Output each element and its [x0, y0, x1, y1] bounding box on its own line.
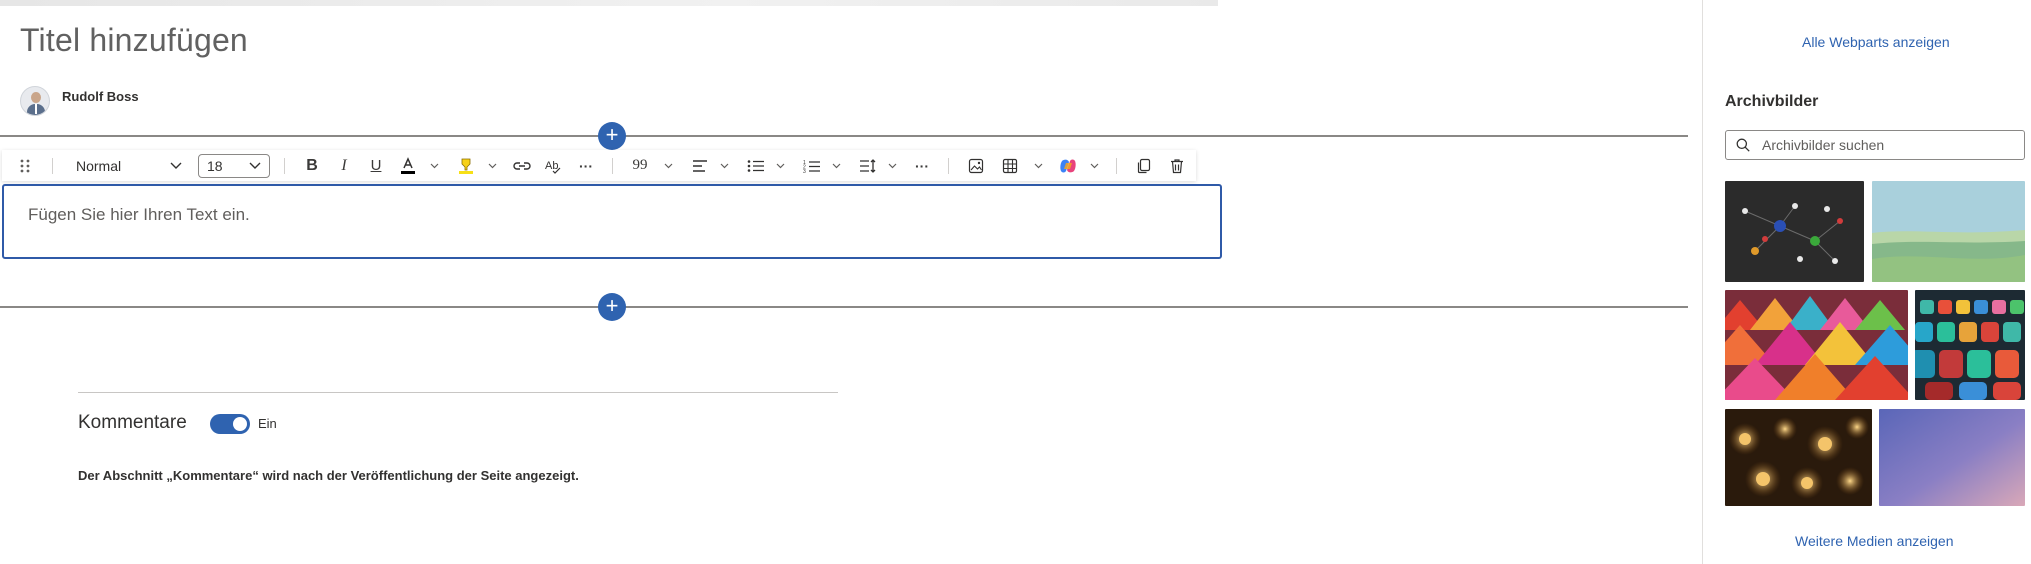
add-section-button-bottom[interactable]: +: [598, 293, 626, 321]
chevron-down-icon: [1090, 163, 1098, 168]
page-root: Titel hinzufügen Rudolf Boss + Normal 18…: [0, 0, 2031, 564]
spell-check-icon[interactable]: Ab: [542, 150, 566, 181]
font-size-dropdown[interactable]: 18: [198, 154, 270, 178]
delete-icon[interactable]: [1165, 150, 1189, 181]
text-editor[interactable]: Fügen Sie hier Ihren Text ein.: [2, 184, 1222, 259]
chevron-down-icon: [776, 163, 784, 168]
chevron-down-icon: [832, 163, 840, 168]
drag-handle-icon[interactable]: [14, 150, 36, 181]
more-media-link[interactable]: Weitere Medien anzeigen: [1795, 533, 1954, 549]
stock-image-gradient-sky[interactable]: [1879, 409, 2025, 506]
align-dropdown[interactable]: [718, 150, 730, 181]
numbered-list-icon[interactable]: 123: [800, 150, 824, 181]
stock-image-color-powder[interactable]: [1725, 290, 1908, 400]
link-icon[interactable]: [510, 150, 534, 181]
section-divider-top: [0, 135, 1688, 137]
add-section-button-top[interactable]: +: [598, 122, 626, 150]
stock-image-landscape-painting[interactable]: [1872, 181, 2025, 282]
plus-icon: +: [605, 293, 619, 318]
toolbar-separator: [948, 158, 949, 174]
comments-toggle[interactable]: [210, 414, 250, 434]
section-divider-bottom: [0, 306, 1688, 308]
toolbox-pane: Alle Webparts anzeigen Archivbilder Arch…: [1702, 0, 2031, 564]
bold-icon[interactable]: B: [300, 150, 324, 181]
chevron-down-icon: [1034, 163, 1042, 168]
stock-images-heading: Archivbilder: [1725, 93, 1819, 110]
svg-text:3: 3: [803, 169, 806, 173]
paragraph-style-dropdown[interactable]: Normal: [70, 155, 188, 177]
all-webparts-link[interactable]: Alle Webparts anzeigen: [1802, 34, 1950, 50]
comments-toggle-label: Ein: [258, 416, 277, 431]
highlight-dropdown[interactable]: [486, 150, 498, 181]
chevron-down-icon: [488, 163, 496, 168]
plus-icon: +: [605, 122, 619, 147]
quote-icon[interactable]: 99: [628, 150, 652, 181]
underline-icon[interactable]: U: [364, 150, 388, 181]
search-icon: [1736, 138, 1754, 152]
author-avatar: [20, 86, 50, 116]
chevron-down-icon: [249, 162, 261, 169]
paragraph-style-value: Normal: [76, 158, 122, 174]
page-title[interactable]: Titel hinzufügen: [20, 22, 248, 59]
font-color-dropdown[interactable]: [428, 150, 440, 181]
chevron-down-icon: [720, 163, 728, 168]
title-banner-strip: [0, 0, 1218, 6]
line-spacing-dropdown[interactable]: [886, 150, 898, 181]
copilot-icon[interactable]: [1056, 150, 1080, 181]
comments-title: Kommentare: [78, 412, 187, 433]
numbered-list-dropdown[interactable]: [830, 150, 842, 181]
toolbar-separator: [612, 158, 613, 174]
table-icon[interactable]: [998, 150, 1022, 181]
quote-dropdown[interactable]: [662, 150, 674, 181]
search-placeholder: Archivbilder suchen: [1762, 137, 1885, 153]
main-canvas: Titel hinzufügen Rudolf Boss + Normal 18…: [0, 0, 1702, 564]
author-byline: Rudolf Boss: [20, 86, 139, 116]
svg-text:Ab: Ab: [545, 160, 558, 172]
bullet-list-dropdown[interactable]: [774, 150, 786, 181]
copilot-dropdown[interactable]: [1088, 150, 1100, 181]
font-size-value: 18: [207, 158, 223, 174]
more-paragraph-options-icon[interactable]: ···: [910, 150, 934, 181]
more-options-icon[interactable]: ···: [574, 150, 598, 181]
align-icon[interactable]: [688, 150, 712, 181]
comments-note: Der Abschnitt „Kommentare“ wird nach der…: [78, 468, 579, 483]
author-name: Rudolf Boss: [62, 88, 139, 104]
chevron-down-icon: [888, 163, 896, 168]
toolbar-separator: [1116, 158, 1117, 174]
editor-placeholder: Fügen Sie hier Ihren Text ein.: [28, 205, 250, 224]
comments-divider: [78, 392, 838, 393]
stock-image-lanterns[interactable]: [1725, 409, 1872, 506]
image-icon[interactable]: [964, 150, 988, 181]
chevron-down-icon: [664, 163, 672, 168]
toolbar-separator: [52, 158, 53, 174]
chevron-down-icon: [170, 162, 182, 169]
font-color-icon[interactable]: [396, 150, 420, 181]
duplicate-icon[interactable]: [1132, 150, 1156, 181]
toolbar-separator: [284, 158, 285, 174]
chevron-down-icon: [430, 163, 438, 168]
highlight-icon[interactable]: [454, 150, 478, 181]
stock-image-chairs[interactable]: [1915, 290, 2025, 400]
italic-icon[interactable]: I: [332, 150, 356, 181]
stock-images-search[interactable]: Archivbilder suchen: [1725, 130, 2025, 160]
bullet-list-icon[interactable]: [744, 150, 768, 181]
more-label: ···: [579, 157, 593, 174]
stock-image-molecules[interactable]: [1725, 181, 1864, 282]
toggle-knob: [233, 417, 247, 431]
quote-glyph: 99: [632, 157, 648, 173]
text-formatting-toolbar: Normal 18 B I U Ab ··· 99 1 2 3 ···: [2, 150, 1196, 181]
line-spacing-icon[interactable]: [856, 150, 880, 181]
table-dropdown[interactable]: [1032, 150, 1044, 181]
more-label: ···: [915, 157, 929, 174]
